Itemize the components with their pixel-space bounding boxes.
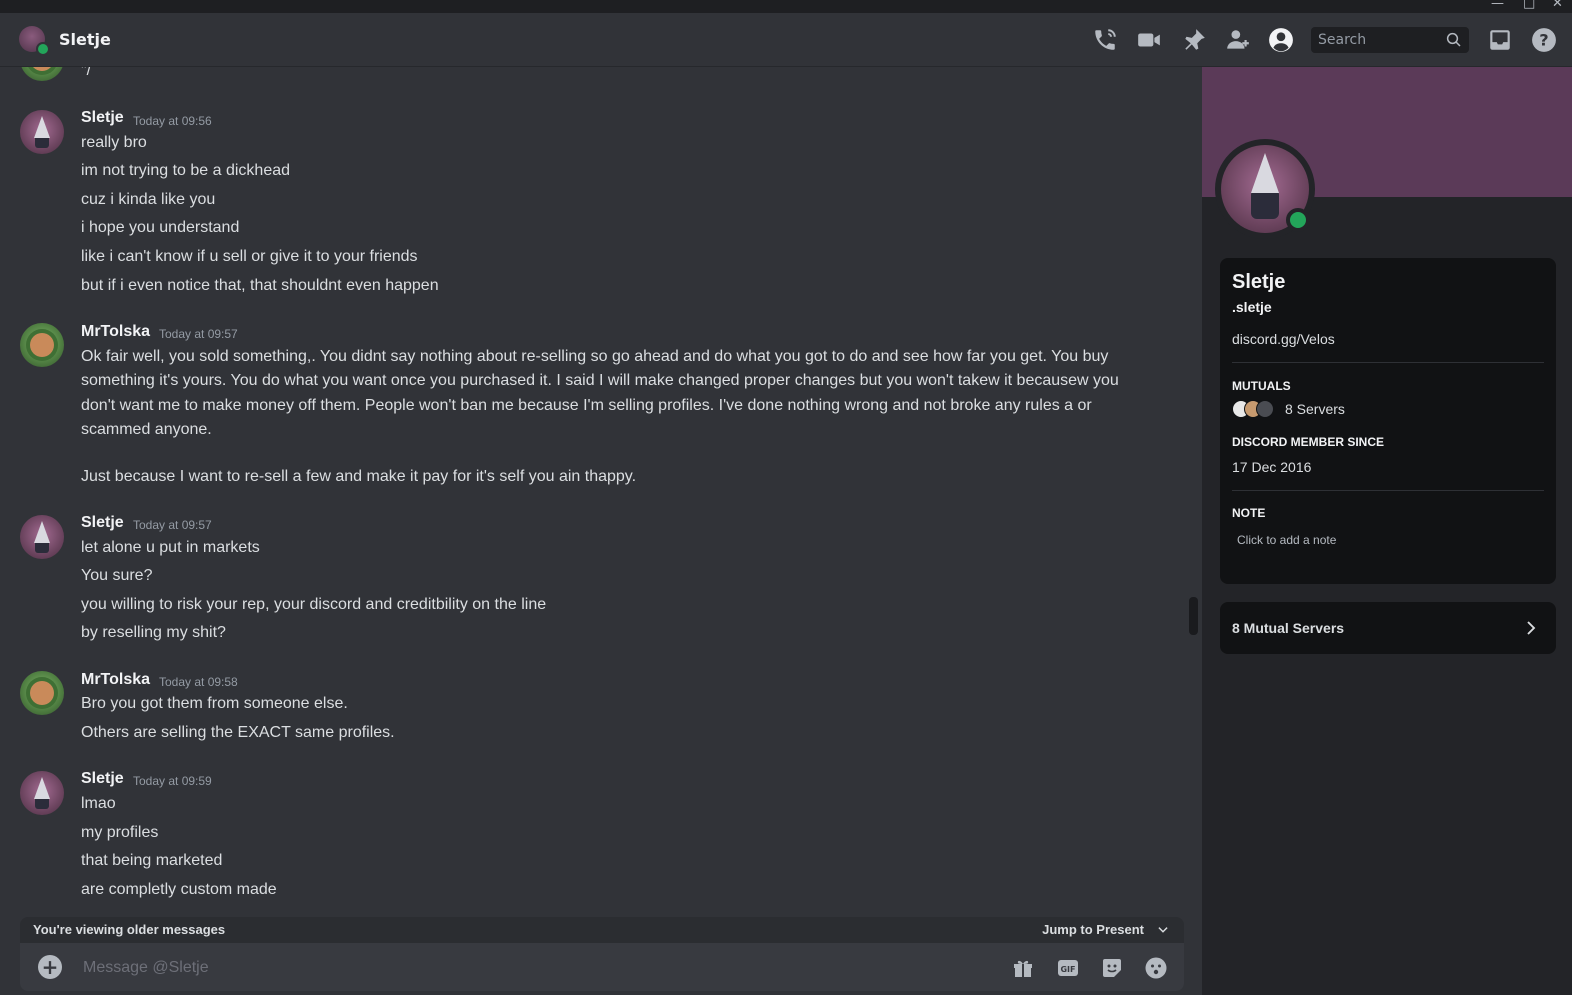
user-profile-panel: Sletje .sletje discord.gg/Velos MUTUALS … bbox=[1202, 67, 1572, 995]
timestamp: Today at 09:56 bbox=[133, 114, 212, 128]
message-line: cuz i kinda like you bbox=[81, 191, 216, 208]
gif-icon[interactable]: GIF bbox=[1055, 955, 1081, 981]
add-friends-to-dm-icon[interactable] bbox=[1223, 25, 1253, 55]
note-label: NOTE bbox=[1232, 506, 1266, 520]
author-name[interactable]: Sletje bbox=[81, 514, 124, 532]
server-icon bbox=[1256, 400, 1274, 418]
mutual-servers-button[interactable]: 8 Mutual Servers bbox=[1220, 602, 1556, 654]
svg-text:GIF: GIF bbox=[1060, 965, 1075, 974]
mutuals-label: MUTUALS bbox=[1232, 379, 1291, 393]
maximize-icon[interactable]: □ bbox=[1523, 0, 1535, 10]
chevron-right-icon bbox=[1527, 621, 1536, 635]
mutual-servers-label: 8 Mutual Servers bbox=[1232, 620, 1345, 636]
avatar[interactable] bbox=[20, 323, 64, 367]
message-list[interactable]: "/ Sletje Today at 09:56 really bro im n… bbox=[0, 67, 1188, 915]
message-line: You sure? bbox=[81, 567, 153, 584]
message-line: let alone u put in markets bbox=[81, 539, 260, 556]
chat-scrollbar-track[interactable] bbox=[1188, 67, 1198, 915]
author-name[interactable]: Sletje bbox=[81, 109, 124, 127]
message-line: by reselling my shit? bbox=[81, 624, 226, 641]
profile-display-name: Sletje bbox=[1232, 271, 1286, 293]
older-messages-bar: You're viewing older messages Jump to Pr… bbox=[20, 917, 1184, 943]
chat-scrollbar-thumb[interactable] bbox=[1189, 597, 1198, 635]
profile-bio-link[interactable]: discord.gg/Velos bbox=[1232, 331, 1335, 347]
avatar[interactable] bbox=[20, 771, 64, 815]
author-name[interactable]: MrTolska bbox=[81, 671, 150, 689]
sticker-icon[interactable] bbox=[1099, 955, 1125, 981]
note-input[interactable]: Click to add a note bbox=[1237, 533, 1336, 547]
message-line: but if i even notice that, that shouldnt… bbox=[81, 277, 439, 294]
jump-to-present-button[interactable]: Jump to Present bbox=[1042, 922, 1144, 937]
close-icon[interactable]: ✕ bbox=[1552, 0, 1563, 10]
online-status-icon bbox=[1286, 208, 1310, 232]
user-profile-toggle-icon[interactable] bbox=[1266, 25, 1296, 55]
message-line: like i can't know if u sell or give it t… bbox=[81, 248, 418, 265]
chevron-down-icon[interactable] bbox=[1156, 923, 1170, 937]
timestamp: Today at 09:57 bbox=[133, 518, 212, 532]
message-line: lmao bbox=[81, 795, 116, 812]
member-since-value: 17 Dec 2016 bbox=[1232, 459, 1312, 475]
search-input[interactable] bbox=[1311, 27, 1455, 53]
message-line: Bro you got them from someone else. bbox=[81, 695, 348, 712]
search-icon bbox=[1446, 32, 1461, 47]
plus-icon: + bbox=[41, 955, 59, 979]
svg-text:?: ? bbox=[1539, 30, 1548, 49]
timestamp: Today at 09:58 bbox=[159, 675, 238, 689]
avatar[interactable] bbox=[20, 515, 64, 559]
message-line: are completly custom made bbox=[81, 881, 277, 898]
member-since-label: DISCORD MEMBER SINCE bbox=[1232, 435, 1385, 449]
gift-icon[interactable] bbox=[1010, 955, 1036, 981]
online-status-icon bbox=[36, 42, 50, 56]
message-line: that being marketed bbox=[81, 852, 223, 869]
divider bbox=[1232, 362, 1544, 363]
author-name[interactable]: Sletje bbox=[81, 770, 124, 788]
message-line: "/ bbox=[81, 67, 92, 79]
channel-header: Sletje ? bbox=[0, 13, 1572, 67]
message-text: Ok fair well, you sold something,. You d… bbox=[81, 348, 1119, 438]
mutuals-value[interactable]: 8 Servers bbox=[1285, 401, 1345, 417]
author-name[interactable]: MrTolska bbox=[81, 323, 150, 341]
message-line: you willing to risk your rep, your disco… bbox=[81, 596, 547, 613]
dm-title[interactable]: Sletje bbox=[59, 30, 111, 49]
upload-plus-button[interactable]: + bbox=[38, 955, 62, 979]
timestamp: Today at 09:59 bbox=[133, 774, 212, 788]
divider bbox=[1232, 490, 1544, 491]
voice-call-icon[interactable] bbox=[1090, 25, 1120, 55]
profile-card: Sletje .sletje discord.gg/Velos MUTUALS … bbox=[1220, 258, 1556, 584]
message-text: Just because I want to re-sell a few and… bbox=[81, 468, 637, 485]
older-messages-text: You're viewing older messages bbox=[33, 922, 226, 937]
message-line: my profiles bbox=[81, 824, 159, 841]
window-titlebar: — □ ✕ bbox=[0, 0, 1572, 13]
mutual-server-icons[interactable] bbox=[1232, 400, 1282, 418]
avatar[interactable] bbox=[20, 67, 64, 81]
avatar[interactable] bbox=[20, 671, 64, 715]
message-input[interactable] bbox=[81, 953, 965, 983]
message-line: im not trying to be a dickhead bbox=[81, 162, 291, 179]
minimize-icon[interactable]: — bbox=[1491, 0, 1504, 10]
message-line: really bro bbox=[81, 134, 147, 151]
message-composer: + GIF bbox=[20, 943, 1184, 991]
avatar[interactable] bbox=[20, 110, 64, 154]
search-box[interactable] bbox=[1311, 27, 1469, 53]
pinned-messages-icon[interactable] bbox=[1179, 25, 1209, 55]
help-icon[interactable]: ? bbox=[1529, 25, 1559, 55]
message-line: Others are selling the EXACT same profil… bbox=[81, 724, 395, 741]
inbox-icon[interactable] bbox=[1485, 25, 1515, 55]
profile-username: .sletje bbox=[1232, 299, 1272, 315]
timestamp: Today at 09:57 bbox=[159, 327, 238, 341]
emoji-icon[interactable] bbox=[1143, 955, 1169, 981]
message-line: i hope you understand bbox=[81, 219, 240, 236]
video-call-icon[interactable] bbox=[1134, 25, 1164, 55]
